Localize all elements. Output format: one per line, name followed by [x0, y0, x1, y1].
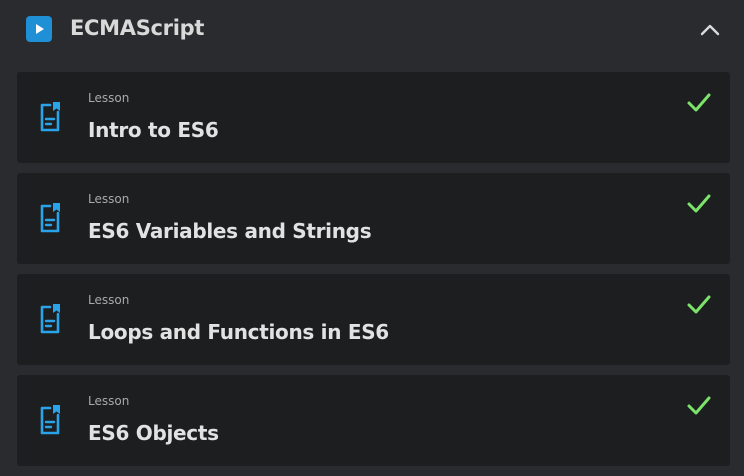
chevron-up-icon[interactable] [696, 16, 724, 44]
lesson-item[interactable]: Lesson ES6 Variables and Strings [17, 173, 730, 264]
lesson-document-icon [39, 100, 65, 134]
lesson-item[interactable]: Lesson Loops and Functions in ES6 [17, 274, 730, 365]
checkmark-icon [686, 292, 712, 318]
lesson-type-label: Lesson [88, 293, 130, 307]
lesson-document-icon [39, 403, 65, 437]
section-header[interactable]: ECMAScript [0, 0, 744, 62]
lesson-item[interactable]: Lesson Intro to ES6 [17, 72, 730, 163]
lesson-type-label: Lesson [88, 192, 130, 206]
lesson-document-icon [39, 201, 65, 235]
lesson-type-label: Lesson [88, 394, 130, 408]
lesson-type-label: Lesson [88, 91, 130, 105]
checkmark-icon [686, 90, 712, 116]
lesson-title: Loops and Functions in ES6 [88, 320, 389, 344]
lesson-document-icon [39, 302, 65, 336]
checkmark-icon [686, 191, 712, 217]
lesson-title: ES6 Objects [88, 421, 219, 445]
checkmark-icon [686, 393, 712, 419]
lesson-item[interactable]: Lesson ES6 Objects [17, 375, 730, 466]
play-icon [26, 16, 52, 42]
lesson-title: Intro to ES6 [88, 118, 219, 142]
course-section: ECMAScript Lesson Intro to ES6 Lesson ES… [0, 0, 744, 476]
lesson-list: Lesson Intro to ES6 Lesson ES6 Variables… [17, 72, 730, 476]
section-title: ECMAScript [70, 16, 205, 40]
lesson-title: ES6 Variables and Strings [88, 219, 372, 243]
